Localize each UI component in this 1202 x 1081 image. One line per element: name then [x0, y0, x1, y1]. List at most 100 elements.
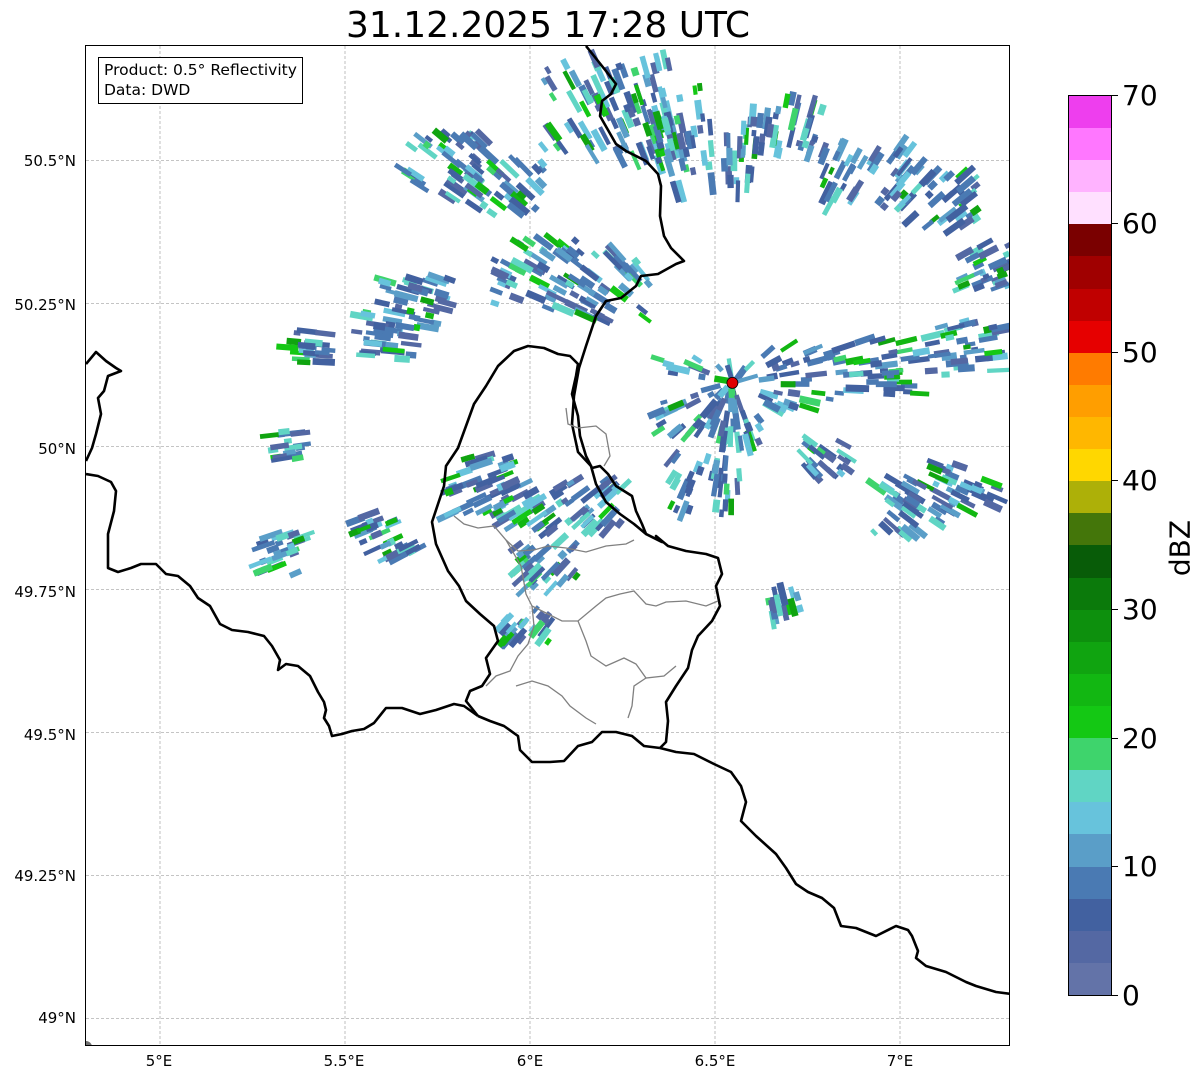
- radar-echo: [749, 103, 757, 119]
- border-germany-saar: [659, 746, 1009, 996]
- radar-echo: [314, 329, 336, 338]
- colorbar-swatch: [1069, 770, 1111, 803]
- radar-echo: [296, 359, 311, 366]
- radar-echo: [912, 347, 931, 357]
- radar-echo: [707, 390, 716, 399]
- radar-echo: [735, 180, 741, 203]
- colorbar-swatch: [1069, 834, 1111, 867]
- radar-echo: [508, 292, 525, 305]
- radar-echo: [537, 141, 549, 153]
- lon-label: 5°E: [145, 1052, 173, 1070]
- radar-echo: [718, 509, 725, 518]
- colorbar-swatch: [1069, 513, 1111, 546]
- radar-echo: [974, 354, 993, 363]
- colorbar-swatch: [1069, 962, 1111, 995]
- radar-echo: [834, 437, 852, 450]
- radar-echo: [870, 528, 879, 537]
- radar-echo: [751, 129, 757, 137]
- colorbar-swatch: [1069, 545, 1111, 578]
- colorbar-tick-label: 70: [1122, 79, 1158, 112]
- colorbar-swatch: [1069, 192, 1111, 225]
- radar-echo: [845, 384, 870, 393]
- colorbar-swatch: [1069, 224, 1111, 257]
- lon-label: 7°E: [886, 1052, 914, 1070]
- colorbar-swatch: [1069, 706, 1111, 739]
- radar-echo: [696, 82, 703, 92]
- colorbar-swatch: [1069, 256, 1111, 289]
- radar-echo: [819, 162, 830, 180]
- product-label: Product: 0.5° Reflectivity: [104, 61, 297, 79]
- radar-echo: [1002, 250, 1009, 259]
- radar-site-marker: [726, 377, 739, 389]
- radar-echo: [722, 473, 728, 483]
- radar-echo: [560, 58, 571, 71]
- radar-echo: [570, 236, 580, 246]
- radar-echo: [548, 92, 558, 102]
- colorbar-swatch: [1069, 352, 1111, 385]
- colorbar-swatch: [1069, 481, 1111, 514]
- radar-echo: [744, 173, 751, 194]
- colorbar-swatch: [1069, 128, 1111, 161]
- radar-echo: [350, 328, 363, 335]
- radar-echo: [614, 517, 625, 530]
- radar-echo: [754, 422, 765, 433]
- colorbar-tick-label: 50: [1122, 336, 1158, 369]
- radar-echo: [676, 94, 684, 103]
- radar-echo: [413, 323, 421, 332]
- radar-echoes: [248, 48, 1009, 650]
- colorbar-swatch: [1069, 95, 1111, 129]
- radar-echo: [910, 390, 930, 397]
- lat-label: 49°N: [38, 1009, 76, 1027]
- lon-label: 5.5°E: [323, 1052, 365, 1070]
- radar-echo: [787, 388, 801, 398]
- colorbar-swatch: [1069, 577, 1111, 610]
- colorbar-tick-label: 40: [1122, 464, 1158, 497]
- radar-map[interactable]: [85, 45, 1010, 1046]
- radar-echo: [779, 338, 799, 353]
- lon-label: 6.5°E: [694, 1052, 736, 1070]
- radar-echo: [736, 468, 743, 482]
- radar-echo: [932, 480, 940, 488]
- data-source-label: Data: DWD: [104, 81, 191, 99]
- radar-echo: [728, 498, 735, 516]
- corner-mark: [86, 1041, 92, 1045]
- lat-label: 50.5°N: [23, 152, 76, 170]
- radar-echo: [312, 357, 336, 366]
- colorbar-tick-label: 0: [1122, 979, 1140, 1012]
- radar-echo: [817, 103, 827, 116]
- radar-echo: [715, 363, 724, 373]
- radar-echo: [698, 373, 706, 381]
- radar-echo: [660, 399, 668, 406]
- colorbar-swatch: [1069, 898, 1111, 931]
- radar-echo: [707, 118, 714, 136]
- colorbar-tick: [1112, 352, 1118, 353]
- radar-echo: [875, 381, 897, 388]
- radar-echo: [377, 555, 388, 565]
- colorbar-swatch: [1069, 866, 1111, 899]
- radar-echo: [408, 313, 421, 322]
- colorbar-tick: [1112, 223, 1118, 224]
- radar-echo: [630, 66, 640, 77]
- border-luxembourg-south: [477, 714, 661, 764]
- colorbar-unit-label: dBZ: [1163, 519, 1197, 577]
- radar-echo: [667, 500, 676, 511]
- colorbar-tick-label: 10: [1122, 850, 1158, 883]
- radar-echo: [1004, 241, 1009, 250]
- radar-echo: [712, 499, 721, 513]
- radar-echo: [901, 210, 920, 228]
- radar-echo: [743, 359, 756, 372]
- radar-echo: [398, 331, 419, 341]
- radar-echo: [740, 120, 747, 135]
- radar-echo: [924, 367, 938, 375]
- radar-echo: [828, 166, 835, 176]
- radar-echo: [486, 207, 498, 219]
- radar-echo: [867, 373, 885, 380]
- radar-echo: [419, 296, 435, 306]
- radar-echo: [774, 105, 782, 115]
- radar-echo: [608, 96, 620, 112]
- radar-echo: [805, 370, 828, 379]
- radar-echo: [569, 290, 580, 300]
- radar-echo: [394, 354, 411, 363]
- colorbar-tick: [1112, 95, 1118, 96]
- colorbar-swatch: [1069, 930, 1111, 963]
